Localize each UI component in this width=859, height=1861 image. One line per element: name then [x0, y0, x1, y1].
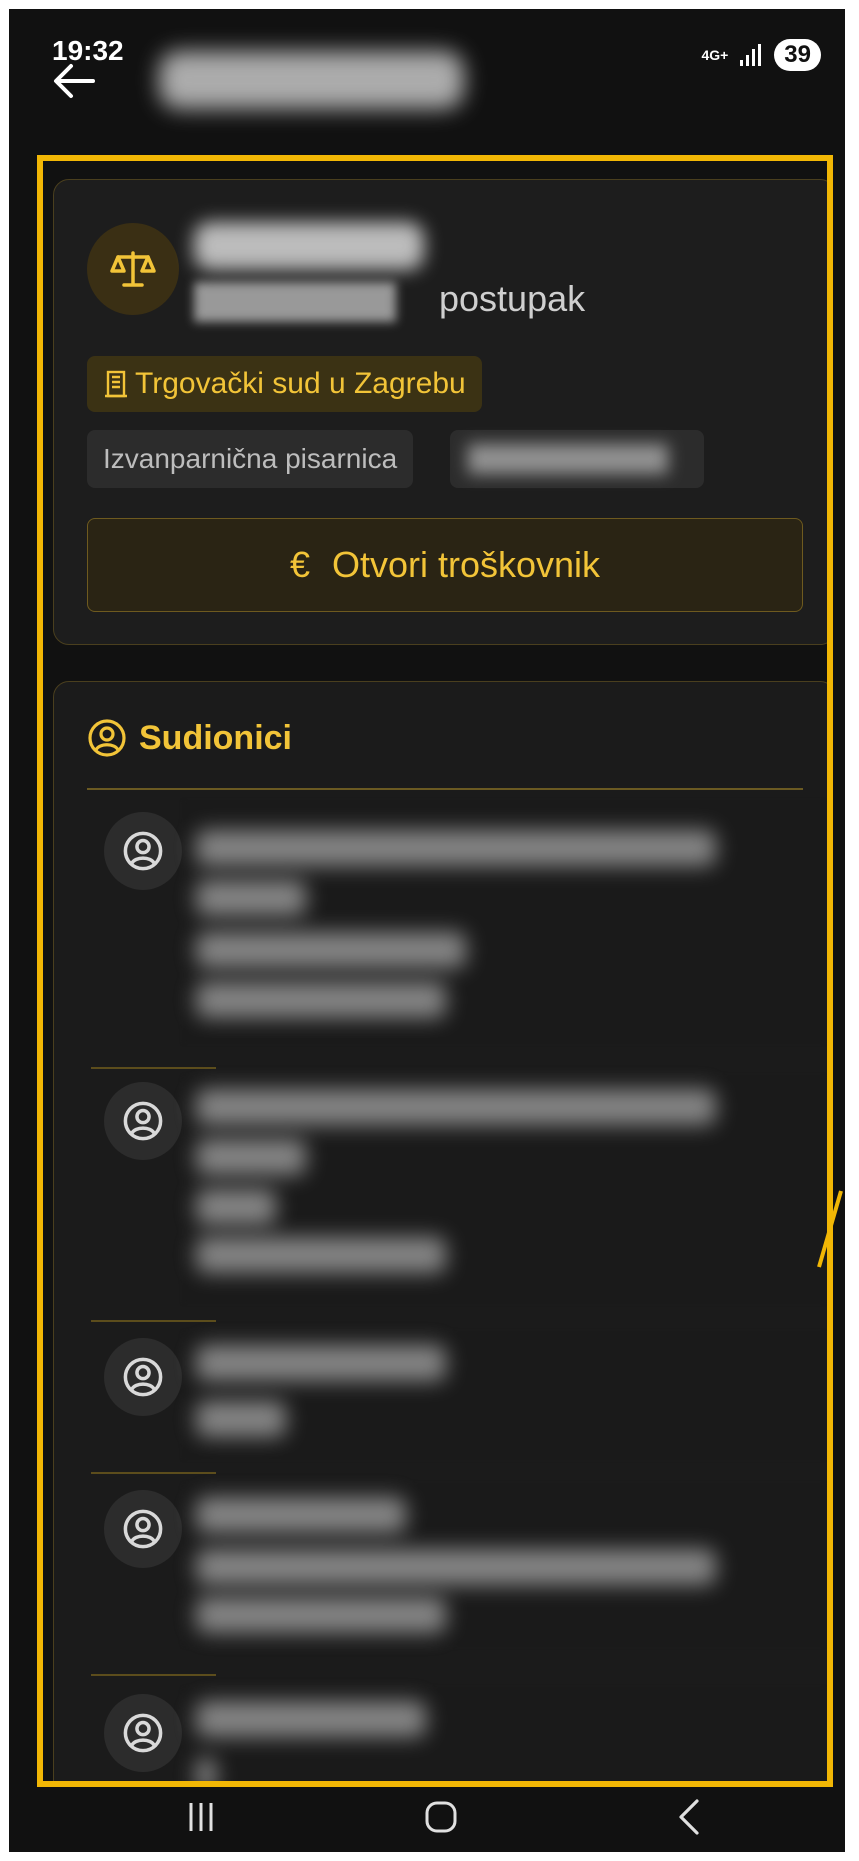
participant-avatar [104, 1694, 182, 1772]
participant-avatar [104, 1490, 182, 1568]
network-type: 4G+ [701, 47, 729, 63]
participants-divider [87, 788, 803, 790]
status-icons: 4G+ 39 [701, 39, 821, 71]
participant-divider [91, 1320, 216, 1322]
app-bar-title-redacted [159, 51, 464, 109]
participant-item[interactable] [54, 1485, 827, 1660]
participant-details-redacted [184, 1689, 824, 1781]
participant-avatar [104, 1082, 182, 1160]
case-number-redacted [194, 222, 424, 270]
participant-item[interactable] [54, 1333, 827, 1468]
case-type-redacted [194, 282, 396, 322]
participants-title: Sudionici [139, 718, 292, 757]
participant-item[interactable] [54, 1077, 827, 1322]
participant-item[interactable] [54, 1689, 827, 1781]
arrow-left-icon[interactable] [51, 61, 97, 101]
participant-item[interactable] [54, 802, 827, 1062]
participant-details-redacted [184, 1485, 824, 1645]
registry-chip: Izvanparnična pisarnica [87, 430, 414, 488]
participant-details-redacted [184, 1333, 824, 1458]
annotation-stroke [817, 1190, 843, 1268]
case-ref-chip-redacted [450, 430, 704, 488]
case-icon-badge [87, 223, 179, 315]
open-cost-list-button[interactable]: € Otvori troškovnik [87, 518, 803, 612]
content-scroll[interactable]: postupak Trgovački sud u Zagrebu Izvanpa… [43, 161, 827, 1781]
recents-icon[interactable] [181, 1797, 221, 1837]
participant-details-redacted [184, 1077, 824, 1302]
person-circle-icon [123, 1509, 163, 1549]
scales-icon [110, 251, 156, 287]
battery-badge: 39 [774, 39, 821, 71]
participants-header: Sudionici [87, 718, 292, 758]
participant-avatar [104, 812, 182, 890]
person-circle-icon [123, 1357, 163, 1397]
registry-name: Izvanparnična pisarnica [103, 443, 398, 474]
participant-divider [91, 1472, 216, 1474]
person-circle-icon [88, 719, 126, 757]
participants-card: Sudionici [53, 681, 827, 1781]
participant-divider [91, 1674, 216, 1676]
case-type-suffix: postupak [439, 278, 586, 319]
person-circle-icon [123, 1713, 163, 1753]
participant-details-redacted [184, 802, 824, 1042]
person-circle-icon [123, 831, 163, 871]
participant-avatar [104, 1338, 182, 1416]
home-icon[interactable] [421, 1797, 461, 1837]
court-name: Trgovački sud u Zagrebu [135, 367, 466, 400]
back-icon[interactable] [669, 1795, 709, 1839]
participant-divider [91, 1067, 216, 1069]
building-icon [105, 370, 127, 398]
signal-icon [740, 44, 762, 66]
phone-screen: 19:32 4G+ 39 postupak Trgovački sud u Za… [9, 9, 845, 1852]
system-nav-bar [9, 1787, 845, 1852]
court-chip: Trgovački sud u Zagrebu [87, 356, 482, 412]
open-cost-list-label: Otvori troškovnik [331, 544, 601, 585]
euro-icon: € [289, 544, 310, 585]
person-circle-icon [123, 1101, 163, 1141]
case-card: postupak Trgovački sud u Zagrebu Izvanpa… [53, 179, 827, 645]
